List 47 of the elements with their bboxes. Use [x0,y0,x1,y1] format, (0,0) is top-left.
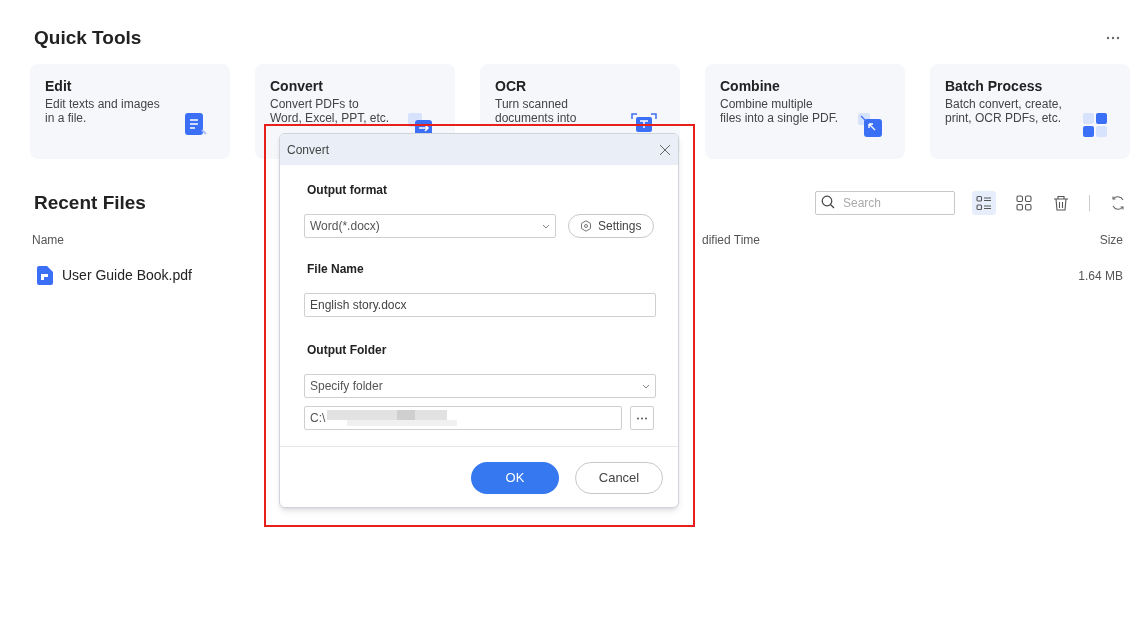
file-name-field[interactable]: English story.docx [304,293,656,317]
format-dropdown[interactable]: Word(*.docx) [304,214,556,238]
document-icon [184,111,208,138]
more-icon[interactable] [1106,36,1120,41]
search-icon [821,195,835,210]
dialog-title: Convert [287,141,330,159]
batch-icon [1082,111,1108,138]
tool-description: Batch convert, create, print, OCR PDFs, etc. [945,96,1063,125]
field-label: Output Folder [306,342,388,359]
file-size: 1.64 MB [1078,267,1123,285]
more-icon [636,416,649,420]
tool-title: Edit [45,77,73,94]
settings-icon [580,220,593,232]
ok-button[interactable]: OK [471,462,559,494]
refresh-icon[interactable] [1110,194,1126,211]
folder-path-field[interactable]: C:\ [304,406,623,430]
folder-dropdown[interactable]: Specify folder [304,374,656,398]
trash-icon[interactable] [1053,194,1069,211]
tool-description: Combine multiple files into a single PDF. [720,96,840,125]
section-title: Quick Tools [34,26,142,50]
chevron-down-icon [642,383,650,389]
tool-title: OCR [495,77,528,94]
search-field[interactable]: Search [815,191,955,216]
view-button[interactable] [972,190,996,215]
field-label: File Name [306,261,365,278]
tool-title: Batch Process [945,77,1044,94]
combine-icon [857,111,883,138]
column-header: dified Time [702,232,761,249]
tool-description: Convert PDFs to Word, Excel, PPT, etc. [270,96,391,125]
chevron-down-icon [541,223,550,229]
tool-card[interactable]: Edit Edit texts and images in a file. [30,63,230,159]
pdf-file-icon [37,266,53,285]
field-label: Output format [306,182,388,199]
tool-description: Edit texts and images in a file. [45,96,161,125]
cancel-button[interactable]: Cancel [575,462,663,494]
tool-card[interactable]: Combine Combine multiple files into a single PDF. [705,63,905,159]
tool-title: Convert [270,77,324,94]
file-name[interactable]: User Guide Book.pdf [62,265,192,286]
list-view-icon [976,194,992,211]
tool-card[interactable]: Batch Process Batch convert, create, print, OCR PDFs, etc. [930,63,1130,159]
grid-view-icon [1016,194,1032,211]
tool-description: Turn scanned documents into [495,96,578,125]
column-header: Size [1099,232,1123,249]
section-title: Recent Files [34,190,146,215]
close-icon[interactable] [659,143,671,156]
column-header: Name [32,232,65,249]
tool-title: Combine [720,77,781,94]
